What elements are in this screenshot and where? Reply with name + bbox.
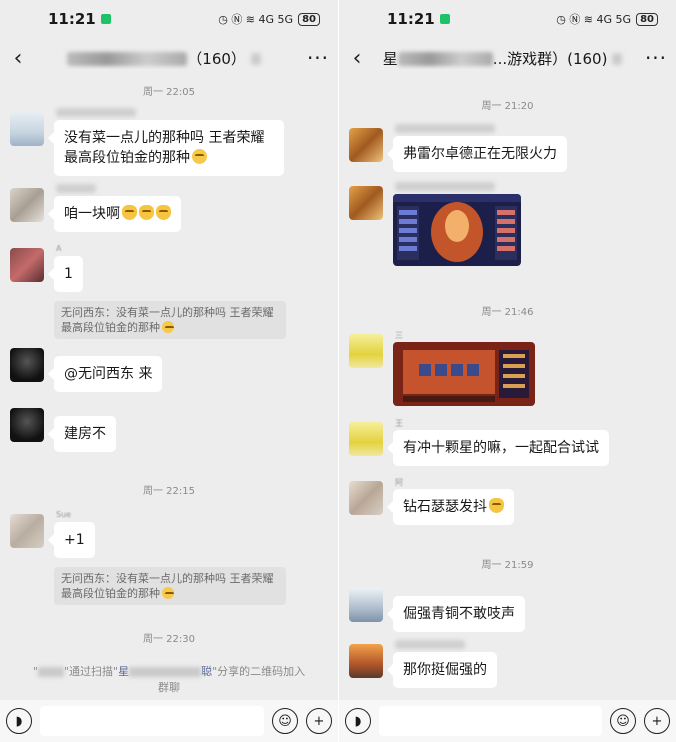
plus-icon[interactable]: + [306, 708, 332, 734]
status-bar: 11:21 ◷ Ⓝ ≋ 4G 5G 80 [0, 0, 338, 38]
cat-emoji-icon [489, 498, 504, 513]
message-bubble[interactable]: 钻石瑟瑟发抖 [387, 489, 514, 525]
avatar[interactable] [10, 188, 44, 222]
chat-pane-left: 11:21 ◷ Ⓝ ≋ 4G 5G 80 ‹ （160） ··· 周一 22:0… [0, 0, 338, 742]
avatar[interactable] [349, 186, 383, 220]
more-options-icon[interactable]: ··· [298, 46, 338, 70]
avatar[interactable] [349, 334, 383, 368]
awkward-emoji-icon [162, 587, 174, 599]
avatar[interactable] [10, 112, 44, 146]
sender-name: 阿 [395, 478, 403, 487]
timestamp: 周一 22:30 [143, 634, 195, 645]
input-bar: ◗ ☺ + [339, 700, 676, 742]
emoji-icon[interactable]: ☺ [272, 708, 298, 734]
message-bubble[interactable]: 弗雷尔卓德正在无限火力 [387, 136, 567, 172]
cat-emoji-icon [156, 205, 171, 220]
status-bar: 11:21 ◷ Ⓝ ≋ 4G 5G 80 [339, 0, 676, 38]
chat-header: ‹ 星 ...游戏群）(160) ··· [339, 38, 676, 78]
avatar[interactable] [349, 128, 383, 162]
avatar[interactable] [10, 348, 44, 382]
mute-icon [612, 53, 623, 65]
timestamp: 周一 21:46 [481, 307, 534, 318]
more-options-icon[interactable]: ··· [636, 46, 676, 70]
message-bubble[interactable]: 有冲十颗星的嘛，一起配合试试 [387, 430, 609, 466]
blurred-group-name [397, 52, 493, 66]
wechat-notification-icon [439, 14, 450, 24]
input-bar: ◗ ☺ + [0, 700, 338, 742]
cat-emoji-icon [122, 205, 137, 220]
avatar[interactable] [10, 408, 44, 442]
user-link[interactable]: 星 [118, 665, 129, 678]
plus-icon[interactable]: + [644, 708, 670, 734]
chat-title: （160） [36, 48, 298, 69]
message-bubble[interactable]: 没有菜一点儿的那种吗 王者荣耀最高段位铂金的那种 [48, 120, 284, 176]
sender-name: 王 [395, 419, 403, 428]
message-bubble[interactable]: +1 [48, 522, 95, 558]
mute-icon [250, 53, 261, 65]
wechat-notification-icon [100, 14, 111, 24]
quoted-message[interactable]: 无问西东：没有菜一点儿的那种吗 王者荣耀最高段位铂金的那种 [54, 301, 286, 339]
avatar[interactable] [10, 514, 44, 548]
game-screenshot-image[interactable] [393, 194, 521, 266]
voice-icon[interactable]: ◗ [6, 708, 32, 734]
chat-pane-right: 11:21 ◷ Ⓝ ≋ 4G 5G 80 ‹ 星 ...游戏群）(160) ···… [338, 0, 676, 742]
timestamp: 周一 22:15 [143, 486, 195, 497]
game-screenshot-image[interactable] [393, 342, 535, 406]
timestamp: 周一 21:59 [481, 560, 534, 571]
sender-name-blurred [56, 184, 96, 193]
back-icon[interactable]: ‹ [339, 46, 375, 71]
message-bubble[interactable]: 建房不 [48, 416, 116, 452]
awkward-emoji-icon [162, 321, 174, 333]
sender-name-blurred [395, 640, 465, 649]
message-bubble[interactable]: 倔强青铜不敢吱声 [387, 596, 525, 632]
message-bubble[interactable]: @无问西东 来 [47, 356, 163, 392]
timestamp: 周一 21:20 [481, 101, 534, 112]
battery-icon: 80 [298, 12, 320, 26]
timestamp: 周一 22:05 [143, 87, 195, 98]
sender-name: A [56, 244, 62, 253]
back-icon[interactable]: ‹ [0, 46, 36, 71]
sender-name-blurred [56, 108, 136, 117]
message-bubble[interactable]: 咱一块啊 [48, 196, 181, 232]
message-bubble[interactable]: 那你挺倔强的 [387, 652, 497, 688]
awkward-emoji-icon [192, 149, 207, 164]
sender-name: Sue [56, 510, 72, 519]
game-screenshot-1 [393, 194, 521, 266]
message-bubble[interactable]: 1 [48, 256, 83, 292]
avatar[interactable] [349, 588, 383, 622]
status-time: 11:21 [387, 10, 435, 28]
sender-name-blurred [395, 182, 495, 191]
chat-header: ‹ （160） ··· [0, 38, 338, 78]
status-time: 11:21 [48, 10, 96, 28]
game-screenshot-2 [393, 342, 535, 406]
system-message: " "通过扫描"星 聪"分享的二维码加入群聊 [32, 665, 306, 694]
message-input[interactable] [40, 706, 264, 736]
message-input[interactable] [379, 706, 602, 736]
sender-name: 三 [395, 331, 403, 340]
cat-emoji-icon [139, 205, 154, 220]
emoji-icon[interactable]: ☺ [610, 708, 636, 734]
status-icons: ◷ Ⓝ ≋ 4G 5G [556, 13, 632, 26]
quoted-message[interactable]: 无问西东：没有菜一点儿的那种吗 王者荣耀最高段位铂金的那种 [54, 567, 286, 605]
blurred-group-name [67, 52, 188, 66]
user-link[interactable]: 聪 [201, 665, 212, 678]
battery-icon: 80 [636, 12, 658, 26]
sender-name-blurred [395, 124, 495, 133]
status-icons: ◷ Ⓝ ≋ 4G 5G [218, 13, 294, 26]
avatar[interactable] [349, 422, 383, 456]
voice-icon[interactable]: ◗ [345, 708, 371, 734]
avatar[interactable] [349, 644, 383, 678]
avatar[interactable] [10, 248, 44, 282]
chat-title: 星 ...游戏群）(160) [375, 48, 636, 69]
avatar[interactable] [349, 481, 383, 515]
